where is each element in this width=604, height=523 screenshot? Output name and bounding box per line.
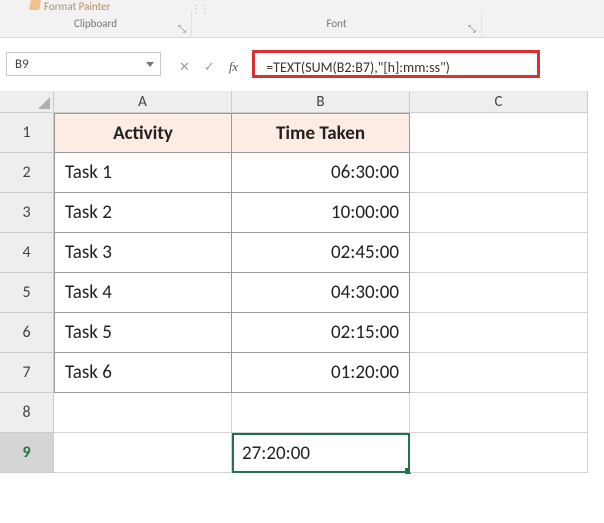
row-head-2[interactable]: 2 [0,153,54,193]
column-headers: A B C [0,91,604,113]
cell-B8[interactable] [232,393,410,433]
ribbon-area: Format Painter ⋮⋮ Clipboard ⤡ Font ⤡ [0,0,604,38]
select-all-triangle[interactable] [0,91,54,113]
cell-B6[interactable]: 02:15:00 [232,313,410,353]
cell-B2[interactable]: 06:30:00 [232,153,410,193]
row-head-5[interactable]: 5 [0,273,54,313]
ribbon-group-font: Font ⤡ [192,11,482,37]
row-head-1[interactable]: 1 [0,113,54,153]
cell-B5[interactable]: 04:30:00 [232,273,410,313]
cancel-icon[interactable]: ✕ [179,60,190,75]
cell-C8[interactable] [410,393,588,433]
cell-C7[interactable] [410,353,588,393]
row-head-3[interactable]: 3 [0,193,54,233]
cell-C1[interactable] [410,113,588,153]
cell-B3[interactable]: 10:00:00 [232,193,410,233]
header-time-taken[interactable]: Time Taken [232,113,410,153]
cell-A9[interactable] [54,433,232,473]
cell-A6[interactable]: Task 5 [54,313,232,353]
cell-A2[interactable]: Task 1 [54,153,232,193]
cell-A4[interactable]: Task 3 [54,233,232,273]
cell-C5[interactable] [410,273,588,313]
cell-A7[interactable]: Task 6 [54,353,232,393]
col-head-C[interactable]: C [410,91,588,113]
dialog-launcher-icon[interactable]: ⤡ [468,24,478,34]
cell-C2[interactable] [410,153,588,193]
dialog-launcher-icon[interactable]: ⤡ [178,24,188,34]
ribbon-group-clipboard: Clipboard ⤡ [0,11,192,37]
header-activity[interactable]: Activity [54,113,232,153]
col-head-B[interactable]: B [232,91,410,113]
row-head-7[interactable]: 7 [0,353,54,393]
cell-B7[interactable]: 01:20:00 [232,353,410,393]
cell-A5[interactable]: Task 4 [54,273,232,313]
ribbon-group-label: Font [326,17,346,30]
cell-C4[interactable] [410,233,588,273]
cells-grid: 1 Activity Time Taken 2 Task 1 06:30:00 … [0,113,604,473]
row-head-6[interactable]: 6 [0,313,54,353]
row-head-9[interactable]: 9 [0,433,54,473]
cell-B9-selected[interactable]: 27:20:00 [232,433,410,473]
fx-icon[interactable]: fx [229,59,238,75]
formula-input[interactable]: =TEXT(SUM(B2:B7),"[h]:mm:ss") [252,52,604,82]
row-head-8[interactable]: 8 [0,393,54,433]
row-head-4[interactable]: 4 [0,233,54,273]
cell-C9[interactable] [410,433,588,473]
ribbon-group-label: Clipboard [74,17,117,30]
formula-bar-buttons: ✕ ✓ fx [161,52,252,82]
cell-C3[interactable] [410,193,588,233]
formula-text: =TEXT(SUM(B2:B7),"[h]:mm:ss") [260,59,450,76]
cell-A8[interactable] [54,393,232,433]
col-head-A[interactable]: A [54,91,232,113]
cell-B4[interactable]: 02:45:00 [232,233,410,273]
cell-C6[interactable] [410,313,588,353]
name-box[interactable]: B9 [6,52,161,76]
confirm-icon[interactable]: ✓ [204,60,215,75]
cell-A3[interactable]: Task 2 [54,193,232,233]
formula-bar: B9 ✕ ✓ fx =TEXT(SUM(B2:B7),"[h]:mm:ss") [0,52,604,82]
